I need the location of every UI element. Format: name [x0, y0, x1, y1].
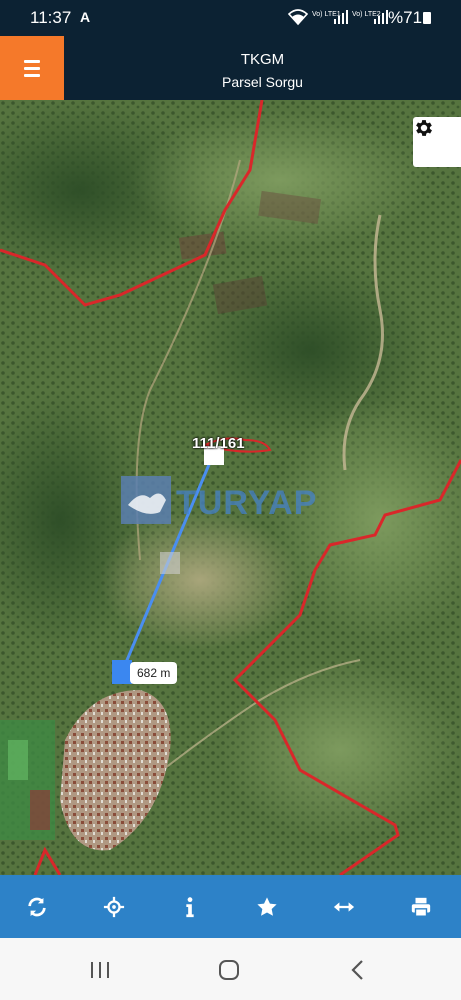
app-header: TKGM Parsel Sorgu — [0, 36, 461, 100]
home-icon — [219, 960, 239, 980]
arrows-horizontal-icon — [333, 902, 355, 912]
satellite-map[interactable]: TURYAP 111/161 682 m — [0, 100, 461, 875]
battery-icon — [423, 12, 431, 24]
a-icon: A — [80, 9, 91, 25]
crosshair-icon — [103, 896, 125, 918]
home-button[interactable] — [215, 956, 243, 984]
info-icon — [186, 897, 194, 918]
distance-label: 682 m — [130, 662, 178, 684]
print-button[interactable] — [405, 891, 437, 923]
parcel-label: 111/161 — [192, 435, 245, 452]
info-button[interactable] — [174, 891, 206, 923]
sim2-label: Vo) LTE2 — [352, 11, 381, 18]
favorite-button[interactable] — [251, 891, 283, 923]
star-icon — [257, 897, 277, 916]
hamburger-icon — [24, 58, 40, 79]
refresh-icon — [28, 897, 46, 917]
sim1-label: Vo) LTE1 — [312, 11, 341, 18]
status-time: 11:37 — [30, 8, 72, 27]
measure-button[interactable] — [328, 891, 360, 923]
back-button[interactable] — [344, 956, 372, 984]
print-icon — [411, 897, 431, 917]
signal-lte1-icon: Vo) LTE1 — [312, 10, 348, 24]
battery-level: %71 — [388, 8, 423, 27]
system-nav-bar — [0, 938, 461, 1000]
settings-button[interactable] — [413, 117, 461, 167]
menu-button[interactable] — [0, 36, 64, 100]
map-toolbar — [0, 875, 461, 938]
locate-button[interactable] — [98, 891, 130, 923]
signal-lte2-icon: Vo) LTE2 — [352, 10, 388, 24]
status-bar: 11:37 A Vo) LTE1 Vo) LTE2 %71 — [0, 0, 461, 36]
wifi-icon — [288, 9, 308, 26]
app-subtitle: Parsel Sorgu — [222, 74, 303, 90]
watermark-text: TURYAP — [176, 484, 318, 522]
refresh-button[interactable] — [21, 891, 53, 923]
back-icon — [351, 960, 363, 980]
recent-apps-icon — [91, 962, 109, 978]
recent-apps-button[interactable] — [86, 956, 114, 984]
gear-icon — [416, 120, 432, 136]
app-title: TKGM — [240, 51, 285, 68]
